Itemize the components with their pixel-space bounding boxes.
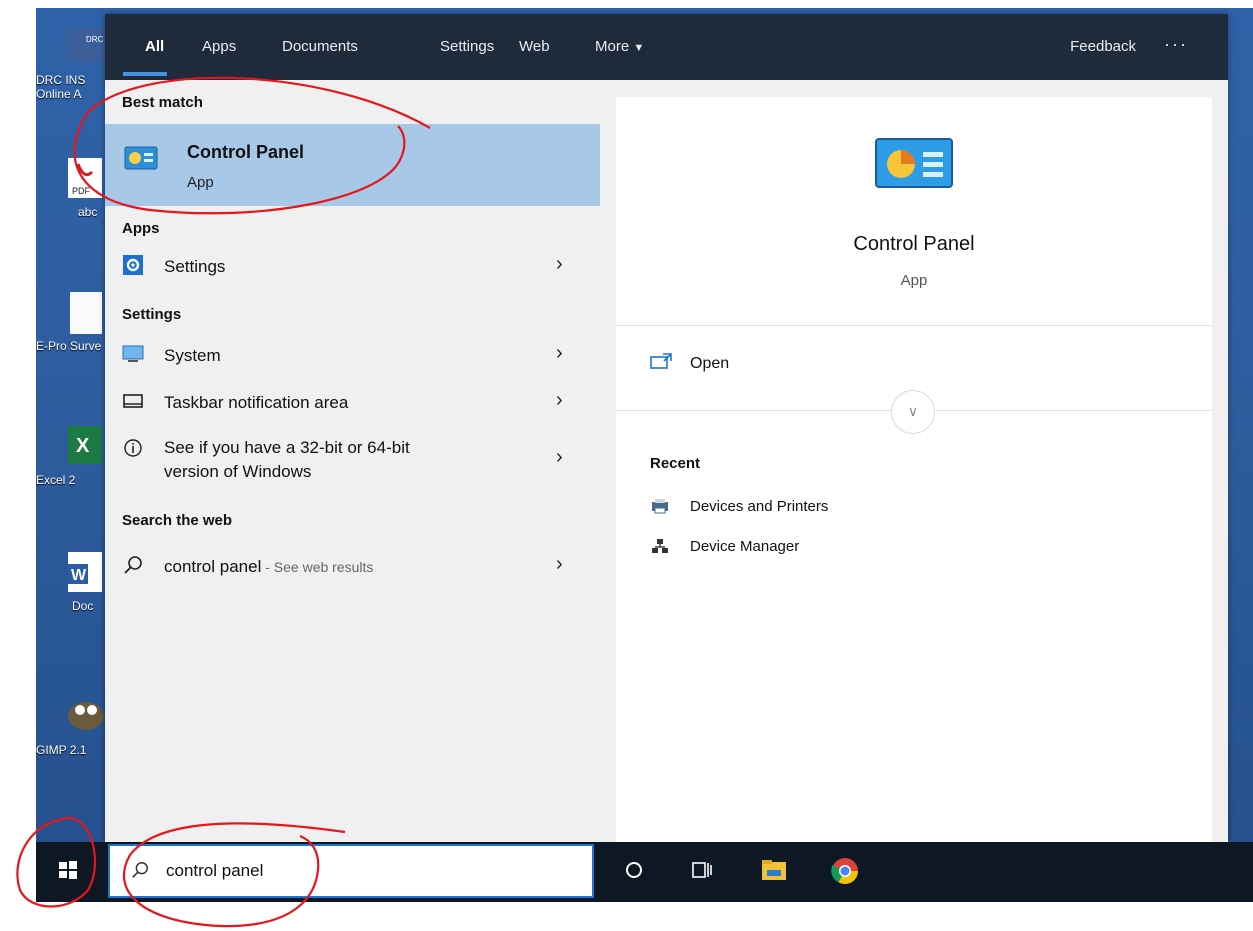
result-label: System bbox=[164, 346, 221, 365]
tab-documents[interactable]: Documents bbox=[282, 38, 358, 55]
search-icon bbox=[132, 862, 148, 878]
more-options-icon[interactable]: ··· bbox=[1164, 34, 1188, 55]
open-icon bbox=[650, 353, 672, 369]
desktop-icon-survey[interactable]: E-Pro Surve bbox=[36, 292, 108, 353]
windows-start-icon[interactable] bbox=[58, 860, 78, 880]
result-32-64-bit[interactable]: See if you have a 32-bit or 64-bit versi… bbox=[105, 428, 600, 488]
svg-text:X: X bbox=[76, 435, 90, 457]
tab-more-label: More bbox=[595, 38, 630, 55]
recent-heading: Recent bbox=[650, 455, 701, 472]
desktop-icon-gimp[interactable]: GIMP 2.1 bbox=[36, 696, 108, 757]
results-list: Best match Control Panel App Apps Settin… bbox=[105, 80, 600, 842]
search-web-heading: Search the web bbox=[122, 512, 233, 529]
chevron-right-icon[interactable]: › bbox=[556, 342, 563, 365]
chevron-right-icon[interactable]: › bbox=[556, 389, 563, 412]
result-label: Settings bbox=[164, 257, 226, 276]
divider bbox=[616, 325, 1212, 326]
caret-down-icon: ▼ bbox=[633, 42, 645, 54]
result-system[interactable]: System › bbox=[105, 334, 600, 374]
result-label-line2: version of Windows bbox=[164, 462, 312, 481]
recent-label: Device Manager bbox=[690, 538, 800, 555]
gimp-icon bbox=[68, 702, 104, 730]
desktop-icon-label: GIMP 2.1 bbox=[36, 743, 87, 757]
cortana-icon[interactable] bbox=[622, 856, 646, 884]
result-label: control panel - See web results bbox=[164, 555, 373, 579]
expand-chevron-icon[interactable]: ∨ bbox=[891, 390, 935, 434]
open-action[interactable]: Open bbox=[650, 353, 729, 374]
search-panel: All Apps Documents Settings Web More ▼ F… bbox=[105, 14, 1228, 842]
tab-apps[interactable]: Apps bbox=[202, 38, 236, 55]
search-input-value[interactable]: control panel bbox=[166, 861, 263, 881]
gear-icon bbox=[123, 255, 143, 275]
monitor-icon bbox=[122, 345, 144, 362]
best-match-subtitle: App bbox=[187, 174, 214, 191]
search-filter-bar: All Apps Documents Settings Web More ▼ F… bbox=[105, 14, 1228, 80]
result-label-line1: See if you have a 32-bit or 64-bit bbox=[164, 438, 410, 457]
desktop-icon-label: abc bbox=[78, 205, 98, 219]
tab-settings[interactable]: Settings bbox=[440, 38, 494, 55]
device-manager-icon bbox=[652, 539, 668, 553]
result-taskbar-notification[interactable]: Taskbar notification area › bbox=[105, 381, 600, 421]
open-label: Open bbox=[690, 355, 730, 372]
file-explorer-icon[interactable] bbox=[760, 856, 788, 884]
document-shortcut-icon bbox=[70, 292, 102, 334]
printer-icon bbox=[652, 499, 668, 514]
recent-device-manager[interactable]: Device Manager bbox=[650, 538, 799, 558]
preview-pane: Control Panel App Open ∨ Recent Devices … bbox=[616, 97, 1212, 842]
chevron-right-icon[interactable]: › bbox=[556, 553, 563, 576]
desktop-icon-drc[interactable]: DRC INSIGHT DRC INS Online A bbox=[36, 26, 138, 101]
desktop-icon-label: Excel 2 bbox=[36, 473, 76, 487]
result-web-search[interactable]: control panel - See web results › bbox=[105, 545, 600, 585]
tab-web[interactable]: Web bbox=[519, 38, 550, 55]
info-icon bbox=[124, 439, 142, 457]
active-tab-indicator bbox=[123, 72, 167, 76]
result-settings-app[interactable]: Settings › bbox=[105, 245, 600, 285]
tab-more[interactable]: More ▼ bbox=[595, 38, 644, 55]
pdf-icon: PDF bbox=[68, 158, 102, 198]
desktop-icon-label: Doc bbox=[72, 599, 94, 613]
feedback-link[interactable]: Feedback bbox=[1070, 38, 1136, 55]
apps-heading: Apps bbox=[122, 220, 160, 237]
word-icon: W bbox=[68, 552, 102, 592]
search-icon bbox=[124, 556, 142, 574]
taskbar-search-box[interactable]: control panel bbox=[108, 844, 594, 898]
chevron-right-icon[interactable]: › bbox=[556, 446, 563, 469]
web-query-text: control panel bbox=[164, 557, 262, 576]
control-panel-icon bbox=[124, 146, 158, 170]
svg-text:W: W bbox=[71, 567, 87, 584]
chevron-right-icon[interactable]: › bbox=[556, 253, 563, 276]
desktop-icon-label: DRC INS Online A bbox=[36, 73, 86, 101]
control-panel-large-icon bbox=[875, 138, 953, 188]
excel-icon: X bbox=[68, 426, 102, 464]
preview-title: Control Panel bbox=[853, 233, 975, 255]
tab-all[interactable]: All bbox=[145, 38, 164, 55]
desktop-icon-word[interactable]: W Doc bbox=[36, 552, 108, 613]
best-match-result[interactable]: Control Panel App bbox=[105, 124, 600, 206]
task-view-icon[interactable] bbox=[690, 856, 714, 884]
svg-text:PDF: PDF bbox=[72, 186, 91, 196]
preview-subtitle: App bbox=[900, 272, 928, 289]
best-match-heading: Best match bbox=[122, 94, 203, 111]
drc-insight-icon: DRC INSIGHT bbox=[66, 28, 138, 62]
recent-label: Devices and Printers bbox=[690, 498, 829, 515]
result-label: Taskbar notification area bbox=[164, 393, 349, 412]
svg-text:DRC INSIGHT: DRC INSIGHT bbox=[86, 35, 104, 44]
taskbar-icon bbox=[123, 394, 143, 408]
desktop-icon-pdf[interactable]: PDF abc bbox=[36, 158, 108, 219]
settings-heading: Settings bbox=[122, 306, 182, 323]
best-match-title: Control Panel bbox=[187, 142, 305, 162]
chrome-icon[interactable] bbox=[830, 856, 860, 886]
desktop-icon-excel[interactable]: X Excel 2 bbox=[36, 426, 108, 487]
recent-devices-printers[interactable]: Devices and Printers bbox=[650, 498, 828, 518]
desktop-icon-label: E-Pro Surve bbox=[36, 339, 102, 353]
web-results-suffix: - See web results bbox=[261, 559, 374, 575]
